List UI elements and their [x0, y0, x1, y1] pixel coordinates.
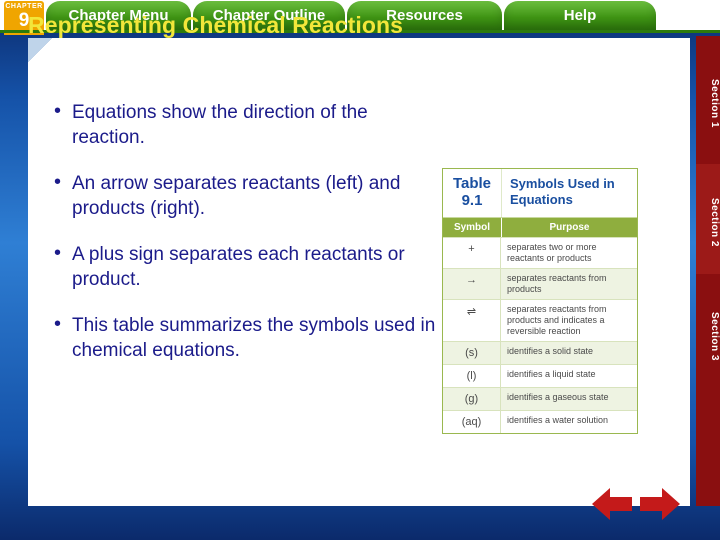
table-cell-symbol: → — [443, 269, 501, 299]
table-row: (g) identifies a gaseous state — [443, 387, 637, 410]
table-cell-purpose: separates reactants from products and in… — [507, 304, 607, 336]
bullet-item: This table summarizes the symbols used i… — [44, 312, 444, 363]
corner-fold — [28, 38, 52, 62]
slide-root: CHAPTER 9 Chapter Menu Chapter Outline R… — [0, 0, 720, 540]
table-row: ⇌ separates reactants from products and … — [443, 299, 637, 341]
previous-arrow-icon[interactable] — [590, 484, 634, 524]
table-cell-purpose: identifies a liquid state — [507, 369, 596, 379]
slide-navigation — [590, 484, 686, 528]
table-column-headers: Symbol Purpose — [443, 218, 637, 237]
side-tab-section-1[interactable]: Section 1 — [696, 40, 720, 160]
section-tab-strip: Section 1 Section 2 Section 3 — [696, 36, 720, 506]
table-figure-label-number: 9.1 — [461, 192, 483, 209]
table-figure-header: Table 9.1 Symbols Used in Equations — [443, 169, 637, 218]
symbols-table-figure: Table 9.1 Symbols Used in Equations Symb… — [442, 168, 638, 434]
table-figure-title: Symbols Used in Equations — [510, 176, 615, 207]
column-header-symbol: Symbol — [443, 218, 502, 237]
table-row: + separates two or more reactants or pro… — [443, 237, 637, 268]
next-arrow-icon[interactable] — [638, 484, 682, 524]
table-row: (l) identifies a liquid state — [443, 364, 637, 387]
tab-help[interactable]: Help — [504, 1, 656, 31]
table-cell-purpose: identifies a solid state — [507, 346, 594, 356]
bullet-item: Equations show the direction of the reac… — [44, 99, 444, 150]
table-cell-symbol: + — [443, 238, 501, 268]
table-cell-purpose: separates reactants from products — [507, 273, 607, 294]
bullet-item: A plus sign separates each reactants or … — [44, 241, 444, 292]
column-header-purpose: Purpose — [549, 222, 590, 233]
bullet-item: An arrow separates reactants (left) and … — [44, 170, 444, 221]
table-row: (aq) identifies a water solution — [443, 410, 637, 433]
table-cell-symbol: (l) — [443, 365, 501, 387]
table-figure-label-word: Table — [452, 175, 492, 192]
table-row: (s) identifies a solid state — [443, 341, 637, 364]
table-cell-symbol: ⇌ — [443, 300, 501, 341]
table-figure-label: Table 9.1 — [443, 169, 502, 217]
side-tab-section-2[interactable]: Section 2 — [696, 164, 720, 274]
bullet-list: Equations show the direction of the reac… — [44, 99, 444, 384]
table-cell-symbol: (aq) — [443, 411, 501, 433]
table-row: → separates reactants from products — [443, 268, 637, 299]
table-cell-symbol: (s) — [443, 342, 501, 364]
table-cell-purpose: separates two or more reactants or produ… — [507, 242, 597, 263]
table-cell-symbol: (g) — [443, 388, 501, 410]
table-cell-purpose: identifies a water solution — [507, 415, 609, 425]
table-cell-purpose: identifies a gaseous state — [507, 392, 609, 402]
content-panel: Equations show the direction of the reac… — [28, 38, 690, 506]
page-title: Representing Chemical Reactions — [28, 12, 404, 38]
side-tab-section-3[interactable]: Section 3 — [696, 278, 720, 388]
